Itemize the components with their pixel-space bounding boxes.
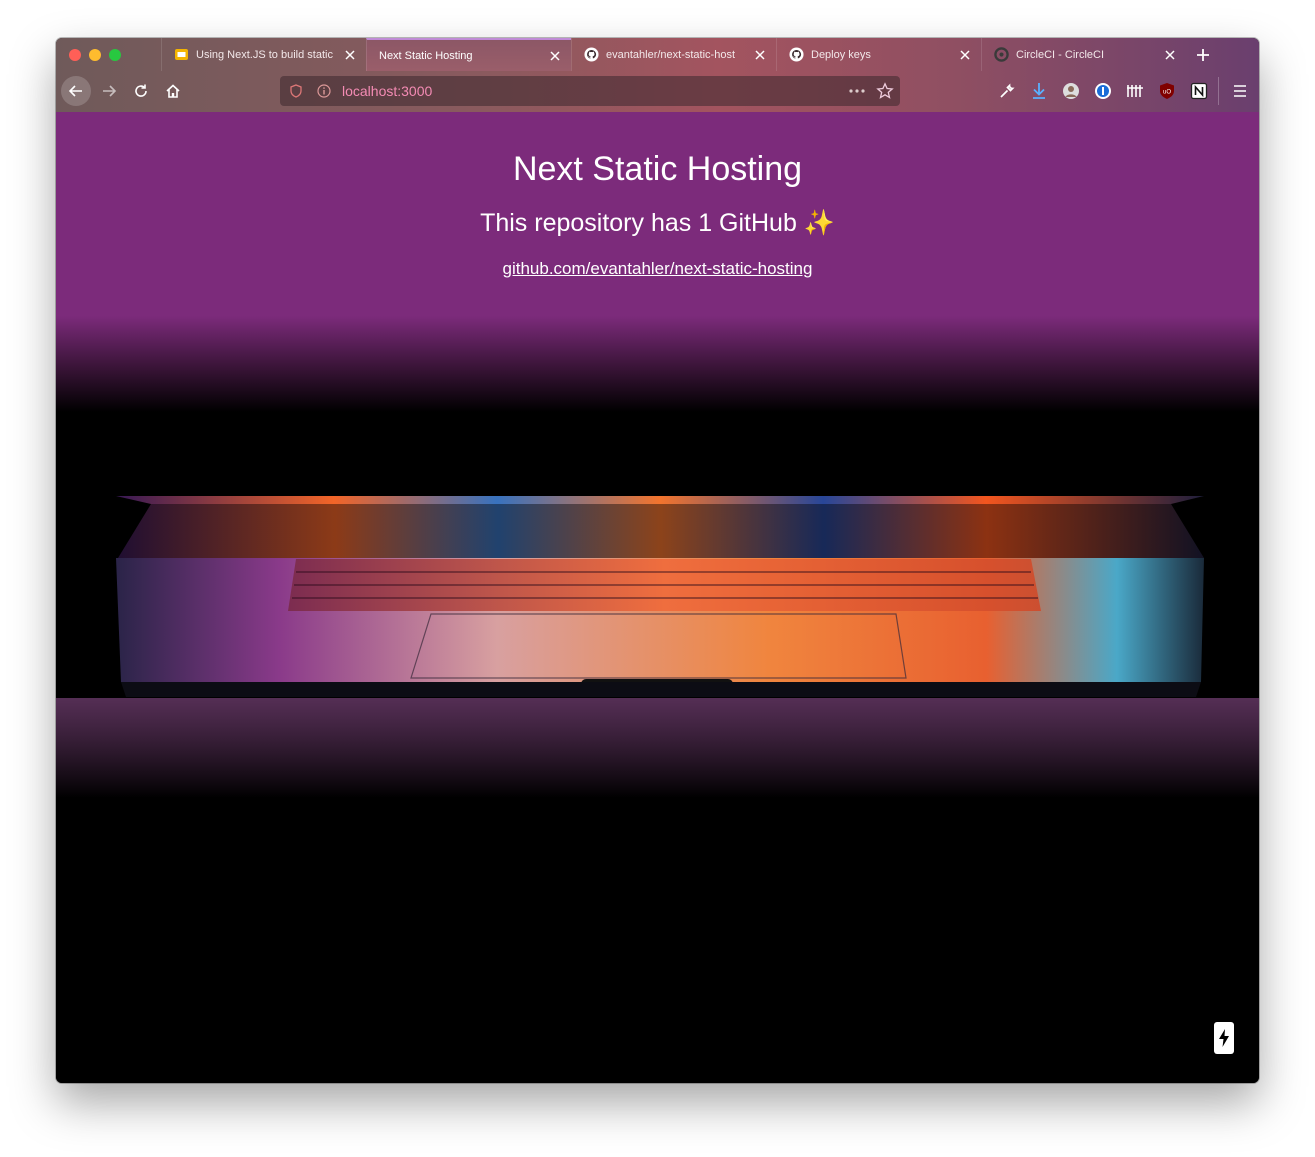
- toolbar-separator: [1218, 77, 1219, 105]
- wrench-icon[interactable]: [995, 79, 1019, 103]
- arrow-left-icon: [68, 85, 82, 97]
- home-button[interactable]: [158, 76, 188, 106]
- password-manager-icon[interactable]: [1091, 79, 1115, 103]
- bookmark-star-icon[interactable]: [876, 82, 894, 105]
- tab-github-repo[interactable]: evantahler/next-static-host: [571, 38, 776, 71]
- reload-icon: [135, 84, 147, 97]
- arrow-right-icon: [103, 85, 117, 97]
- tab-label: Using Next.JS to build static: [196, 48, 333, 61]
- close-icon[interactable]: [752, 47, 768, 63]
- circleci-icon: [994, 47, 1009, 62]
- avatar-icon[interactable]: [1059, 79, 1083, 103]
- close-window-button[interactable]: [69, 49, 81, 61]
- minimize-window-button[interactable]: [89, 49, 101, 61]
- zoom-window-button[interactable]: [109, 49, 121, 61]
- info-icon[interactable]: [317, 84, 331, 103]
- forward-button[interactable]: [94, 76, 124, 106]
- back-button[interactable]: [61, 76, 91, 106]
- page-content: Next Static Hosting This repository has …: [56, 112, 1259, 1083]
- close-icon[interactable]: [342, 47, 358, 63]
- laptop-hero-image: [56, 412, 1259, 812]
- github-icon: [789, 47, 804, 62]
- tab-using-nextjs[interactable]: Using Next.JS to build static: [161, 38, 366, 71]
- browser-window: Using Next.JS to build static Next Stati…: [56, 38, 1259, 1083]
- browser-chrome: Using Next.JS to build static Next Stati…: [56, 38, 1259, 112]
- page-subtitle: This repository has 1 GitHub ✨: [480, 209, 835, 237]
- ublock-icon[interactable]: uO: [1155, 79, 1179, 103]
- hamburger-menu-icon[interactable]: [1228, 79, 1252, 103]
- more-actions-icon[interactable]: [848, 83, 866, 104]
- tab-label: evantahler/next-static-host: [606, 48, 736, 61]
- deploy-status-button[interactable]: [1214, 1022, 1234, 1054]
- tab-label: Next Static Hosting: [379, 49, 473, 62]
- close-icon[interactable]: [547, 48, 563, 64]
- tab-circleci[interactable]: CircleCI - CircleCI: [981, 38, 1186, 71]
- close-icon[interactable]: [957, 47, 973, 63]
- repo-link[interactable]: github.com/evantahler/next-static-hostin…: [56, 259, 1259, 279]
- slides-icon: [174, 47, 189, 62]
- page-title: Next Static Hosting: [512, 150, 803, 188]
- tab-bar: Using Next.JS to build static Next Stati…: [56, 38, 1259, 71]
- tab-label: Deploy keys: [811, 48, 871, 61]
- tab-deploy-keys[interactable]: Deploy keys: [776, 38, 981, 71]
- home-icon: [166, 84, 180, 98]
- new-tab-button[interactable]: [1189, 38, 1217, 71]
- shield-icon[interactable]: [289, 84, 303, 103]
- address-bar[interactable]: localhost:3000: [280, 76, 900, 106]
- tab-label: CircleCI - CircleCI: [1016, 48, 1104, 61]
- svg-text:uO: uO: [1163, 90, 1171, 96]
- github-icon: [584, 47, 599, 62]
- tab-next-static-hosting[interactable]: Next Static Hosting: [366, 38, 571, 71]
- nav-toolbar: localhost:3000 uO: [56, 71, 1259, 112]
- download-icon[interactable]: [1027, 79, 1051, 103]
- notion-icon[interactable]: [1187, 79, 1211, 103]
- bars-icon[interactable]: [1123, 79, 1147, 103]
- url-text[interactable]: localhost:3000: [342, 76, 432, 106]
- reload-button[interactable]: [126, 76, 156, 106]
- lightning-icon: [1219, 1029, 1229, 1047]
- close-icon[interactable]: [1162, 47, 1178, 63]
